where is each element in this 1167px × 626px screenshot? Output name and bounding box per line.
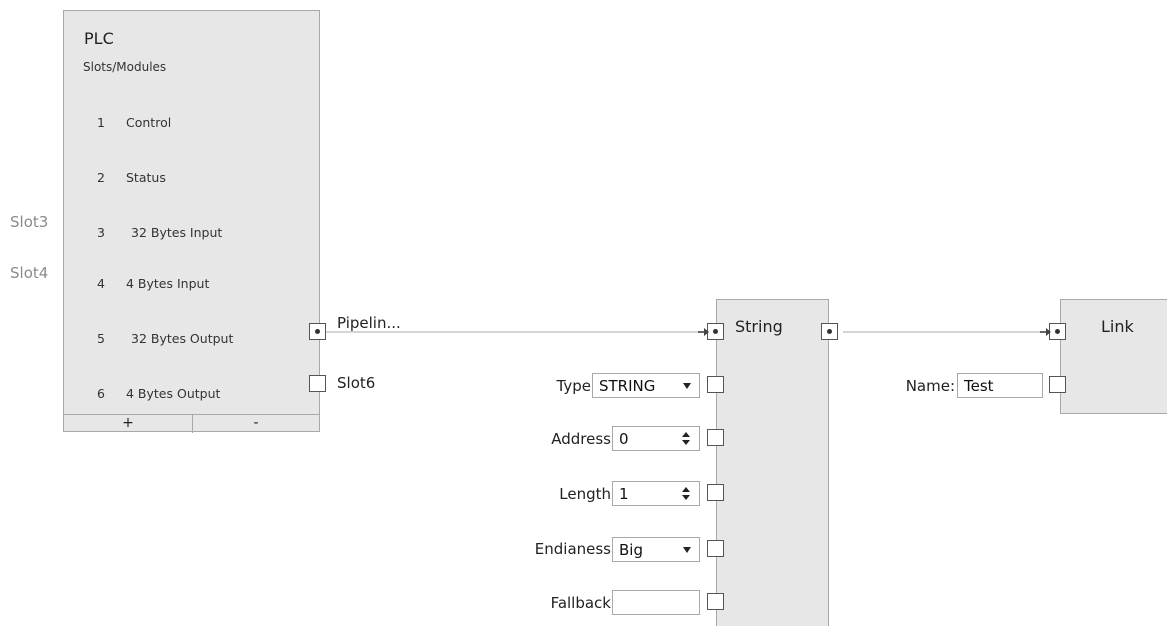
spin-up-icon[interactable] bbox=[682, 487, 690, 492]
input-arrowhead-icon bbox=[704, 328, 709, 336]
slot-number: 6 bbox=[97, 386, 105, 401]
string-input-port[interactable] bbox=[698, 323, 724, 340]
type-dropdown[interactable]: STRING bbox=[592, 373, 700, 398]
slot-row-3[interactable]: 3 32 Bytes Input bbox=[64, 225, 304, 245]
slot-label: 4 Bytes Input bbox=[126, 276, 210, 291]
length-value: 1 bbox=[619, 485, 629, 503]
link-node-title: Link bbox=[1101, 317, 1134, 336]
endianess-dropdown[interactable]: Big bbox=[612, 537, 700, 562]
slot-number: 5 bbox=[97, 331, 105, 346]
slot-row-4[interactable]: 4 4 Bytes Input bbox=[64, 276, 304, 296]
slot-label: Status bbox=[126, 170, 166, 185]
external-slot4-label: Slot4 bbox=[10, 264, 49, 282]
fallback-label: Fallback bbox=[550, 594, 611, 612]
link-name-input[interactable]: Test bbox=[957, 373, 1043, 398]
fallback-input-port[interactable] bbox=[707, 593, 724, 610]
length-label: Length bbox=[559, 485, 611, 503]
spin-up-icon[interactable] bbox=[682, 432, 690, 437]
port-connected-dot bbox=[827, 329, 832, 334]
spin-down-icon[interactable] bbox=[682, 495, 690, 500]
length-input-port[interactable] bbox=[707, 484, 724, 501]
fallback-input[interactable] bbox=[612, 590, 700, 615]
slot-label: Control bbox=[126, 115, 172, 130]
output-port-slot6[interactable] bbox=[309, 375, 326, 392]
slot-row-6[interactable]: 6 4 Bytes Output bbox=[64, 386, 304, 406]
link-name-label: Name: bbox=[905, 377, 955, 395]
type-input-port[interactable] bbox=[707, 376, 724, 393]
address-label: Address bbox=[551, 430, 611, 448]
add-slot-button[interactable]: + bbox=[64, 415, 192, 433]
endianess-input-port[interactable] bbox=[707, 540, 724, 557]
plc-title: PLC bbox=[84, 29, 114, 48]
link-input-port[interactable] bbox=[1040, 323, 1066, 340]
address-spinner[interactable]: 0 bbox=[612, 426, 700, 451]
endianess-label: Endianess bbox=[534, 540, 611, 558]
output-label-slot6: Slot6 bbox=[337, 374, 376, 392]
spin-down-icon[interactable] bbox=[682, 440, 690, 445]
output-port-slot5[interactable] bbox=[309, 323, 326, 340]
slot-label: 4 Bytes Output bbox=[126, 386, 221, 401]
link-name-input-port[interactable] bbox=[1049, 376, 1066, 393]
input-arrowhead-icon bbox=[1046, 328, 1051, 336]
endianess-value: Big bbox=[619, 541, 643, 559]
external-slot3-label: Slot3 bbox=[10, 213, 49, 231]
plc-subtitle: Slots/Modules bbox=[83, 60, 167, 74]
link-name-value: Test bbox=[964, 377, 994, 395]
type-label: Type bbox=[556, 377, 591, 395]
slot-label: 32 Bytes Output bbox=[131, 331, 234, 346]
port-connected-dot bbox=[1055, 329, 1060, 334]
plc-footer: + - bbox=[64, 414, 319, 433]
slot-row-1[interactable]: 1 Control bbox=[64, 115, 304, 135]
string-node[interactable]: String bbox=[716, 299, 829, 626]
string-node-title: String bbox=[735, 317, 783, 336]
slot-number: 3 bbox=[97, 225, 105, 240]
port-connected-dot bbox=[713, 329, 718, 334]
slot-row-5[interactable]: 5 32 Bytes Output bbox=[64, 331, 304, 351]
address-input-port[interactable] bbox=[707, 429, 724, 446]
output-label-slot5: Pipelin... bbox=[337, 314, 401, 332]
address-value: 0 bbox=[619, 430, 629, 448]
type-value: STRING bbox=[599, 377, 656, 395]
remove-slot-button[interactable]: - bbox=[193, 415, 319, 433]
string-output-port[interactable] bbox=[821, 323, 838, 340]
length-spinner[interactable]: 1 bbox=[612, 481, 700, 506]
slot-label: 32 Bytes Input bbox=[131, 225, 223, 240]
plc-node[interactable]: PLC Slots/Modules 1 Control 2 Status 3 3… bbox=[63, 10, 320, 433]
port-connected-dot bbox=[315, 329, 320, 334]
link-node[interactable]: Link bbox=[1060, 299, 1167, 414]
slot-number: 1 bbox=[97, 115, 105, 130]
chevron-down-icon bbox=[683, 383, 691, 389]
slot-number: 4 bbox=[97, 276, 105, 291]
slot-number: 2 bbox=[97, 170, 105, 185]
slot-row-2[interactable]: 2 Status bbox=[64, 170, 304, 190]
chevron-down-icon bbox=[683, 547, 691, 553]
wire-string-to-link bbox=[843, 331, 1040, 333]
